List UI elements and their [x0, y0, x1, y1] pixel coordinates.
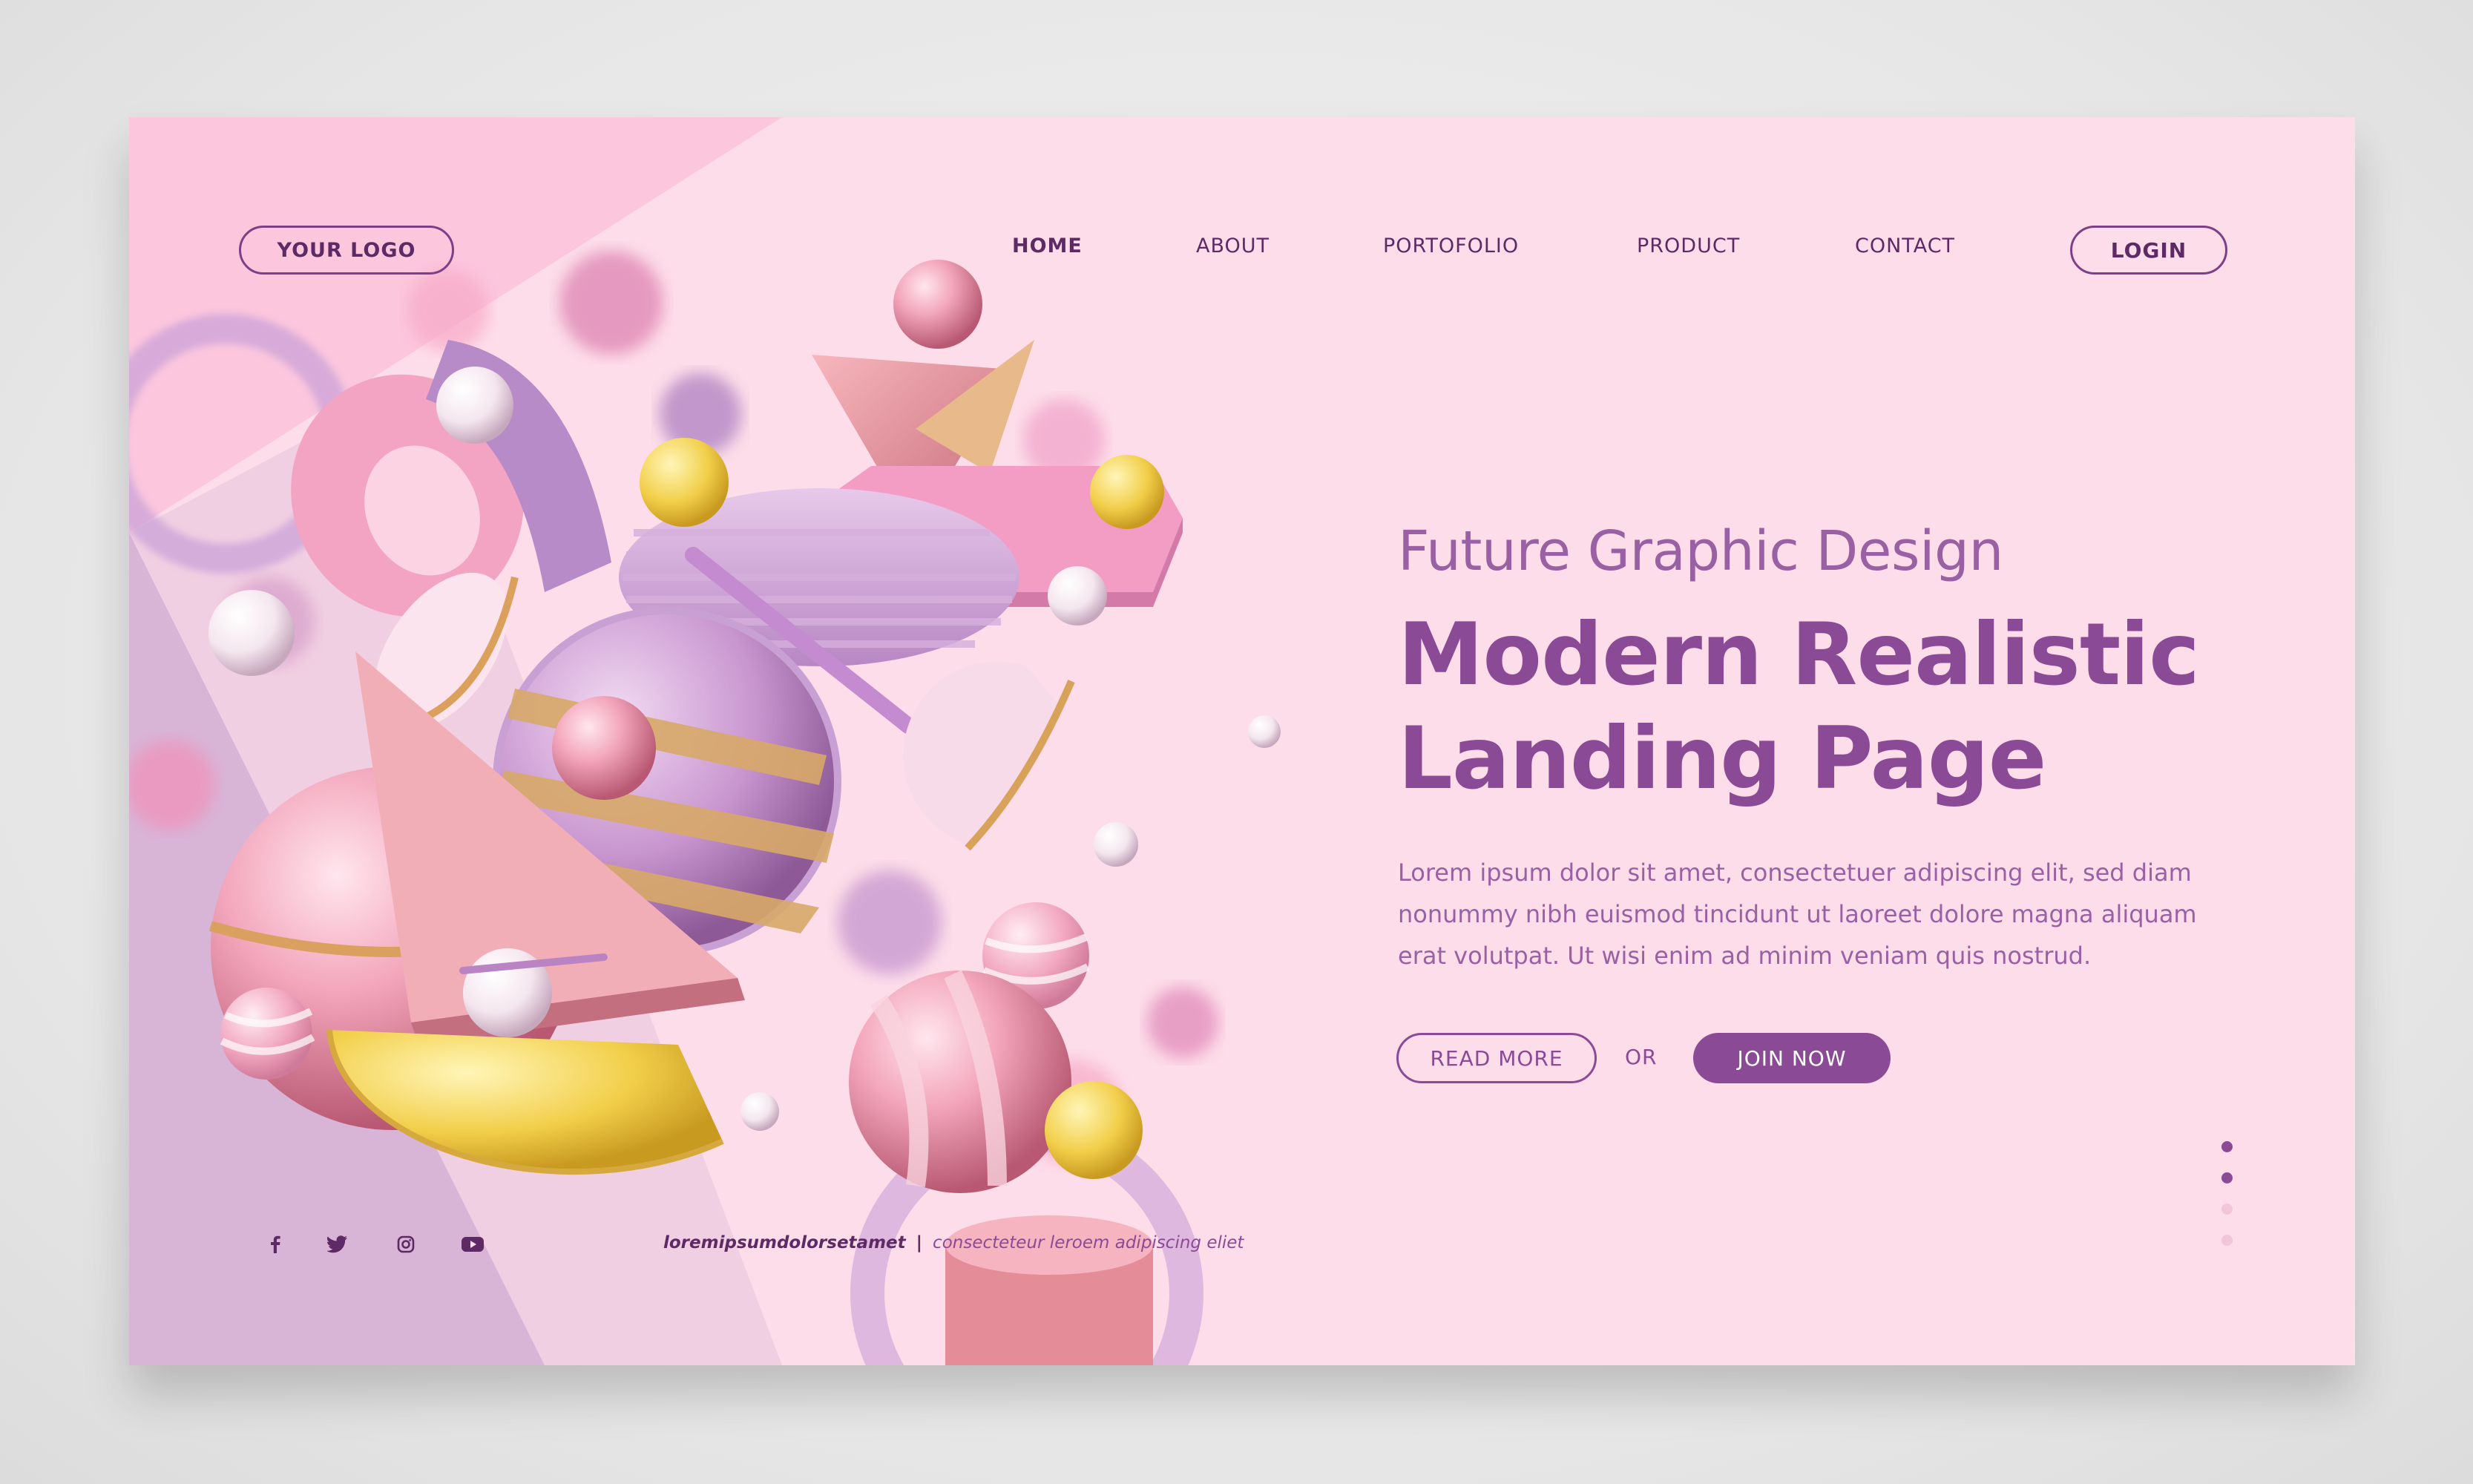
nav-item-contact[interactable]: CONTACT: [1855, 234, 1955, 257]
footer-text: loremipsumdolorsetamet | consecteteur lero…: [663, 1233, 1244, 1252]
nav-item-product[interactable]: PRODUCT: [1637, 234, 1740, 257]
login-button[interactable]: LOGIN: [2070, 226, 2227, 275]
join-now-button[interactable]: JOIN NOW: [1693, 1033, 1891, 1083]
read-more-button[interactable]: READ MORE: [1396, 1033, 1597, 1083]
pagination-dot-3[interactable]: [2221, 1204, 2233, 1215]
footer-handle[interactable]: loremipsumdolorsetamet: [663, 1233, 906, 1252]
nav-item-home[interactable]: HOME: [1012, 234, 1083, 257]
youtube-icon[interactable]: [460, 1232, 485, 1257]
facebook-icon[interactable]: [263, 1232, 288, 1257]
landing-page: YOUR LOGO HOME ABOUT PORTOFOLIO PRODUCT …: [129, 117, 2355, 1365]
nav-item-about[interactable]: ABOUT: [1196, 234, 1270, 257]
twitter-icon[interactable]: [325, 1232, 350, 1257]
hero-title-line-2: Landing Page: [1398, 709, 2046, 809]
pagination-dot-2[interactable]: [2221, 1172, 2233, 1183]
or-label: OR: [1625, 1045, 1658, 1069]
hero-title-line-1: Modern Realistic: [1398, 605, 2200, 705]
logo-button[interactable]: YOUR LOGO: [239, 226, 454, 275]
instagram-icon[interactable]: [393, 1232, 418, 1257]
pagination-dot-1[interactable]: [2221, 1141, 2233, 1152]
abstract-3d-shapes-illustration: [129, 251, 1281, 1365]
footer-separator: |: [916, 1233, 923, 1252]
hero-title: Modern Realistic Landing Page: [1398, 603, 2200, 811]
hero-subtitle: Future Graphic Design: [1398, 519, 2003, 583]
pagination-dot-4[interactable]: [2221, 1235, 2233, 1246]
nav-item-portfolio[interactable]: PORTOFOLIO: [1383, 234, 1519, 257]
hero-description: Lorem ipsum dolor sit amet, consectetuer…: [1398, 858, 2197, 970]
footer-tagline: consecteteur leroem adipiscing eliet: [933, 1233, 1244, 1252]
